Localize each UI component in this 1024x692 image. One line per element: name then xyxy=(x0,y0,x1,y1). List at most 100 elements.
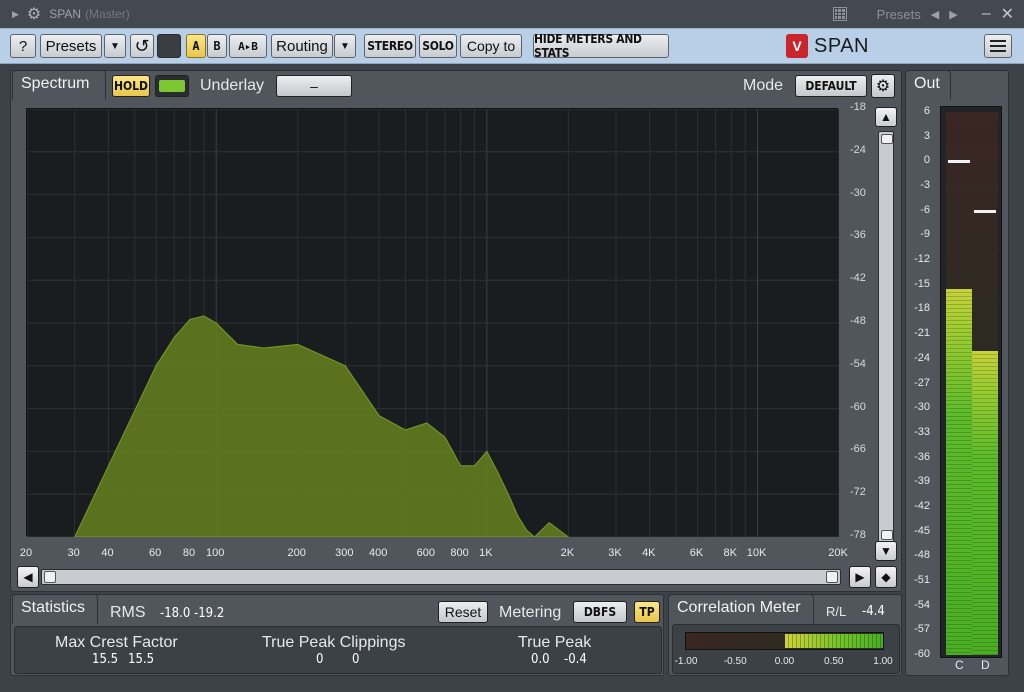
peak-hold-marker-d xyxy=(974,209,996,213)
output-scale-label: -21 xyxy=(914,327,930,340)
x-tick-label: 80 xyxy=(182,547,196,559)
mode-select[interactable]: DEFAULT xyxy=(795,75,867,97)
y-tick-label: -18 xyxy=(850,101,866,113)
x-tick-label: 20 xyxy=(19,547,33,559)
tab-correlation-meter[interactable]: Correlation Meter xyxy=(668,594,814,624)
preset-a-button[interactable]: A xyxy=(186,34,206,58)
x-tick-label: 400 xyxy=(368,547,388,559)
underlay-select[interactable]: – xyxy=(276,75,352,97)
correlation-scale-label: 1.00 xyxy=(873,656,893,667)
x-tick-label: 40 xyxy=(101,547,114,559)
grid-icon[interactable] xyxy=(832,7,847,21)
plugin-toolbar: ? Presets ▼ ↺ A B A▸B Routing ▼ STEREO S… xyxy=(0,28,1024,64)
output-scale-label: -45 xyxy=(914,524,930,537)
crest-right-value: 15.5 xyxy=(128,652,155,667)
routing-dropdown-button[interactable]: ▼ xyxy=(334,34,356,58)
rl-value: -4.4 xyxy=(862,604,885,619)
true-peak-label: True Peak xyxy=(518,634,592,651)
correlation-scale-label: 0.00 xyxy=(774,656,795,667)
meter-level-c xyxy=(946,288,972,655)
gear-icon[interactable]: ⚙ xyxy=(27,4,41,24)
output-scale-label: -6 xyxy=(920,203,930,216)
x-tick-label: 20K xyxy=(828,547,848,559)
scroll-left-button[interactable]: ◀ xyxy=(17,566,39,588)
preset-next-icon[interactable]: ▶ xyxy=(949,8,957,21)
x-tick-label: 10K xyxy=(746,547,767,559)
preset-b-button[interactable]: B xyxy=(207,34,227,58)
scroll-down-button[interactable]: ▼ xyxy=(875,541,897,561)
y-tick-label: -72 xyxy=(850,486,866,499)
x-tick-label: 3K xyxy=(608,547,622,559)
hold-button[interactable]: HOLD xyxy=(112,75,150,97)
solo-button[interactable]: SOLO xyxy=(419,34,457,58)
metering-label: Metering xyxy=(499,604,562,621)
main-menu-icon[interactable] xyxy=(984,34,1012,58)
reset-button[interactable]: Reset xyxy=(438,601,488,623)
copy-to-button[interactable]: Copy to xyxy=(460,34,522,58)
x-tick-label: 1K xyxy=(479,547,493,559)
output-scale-label: -39 xyxy=(914,475,930,488)
tab-out[interactable]: Out xyxy=(905,70,951,100)
vertical-scrollbar[interactable]: ▲ ▼ xyxy=(875,107,897,562)
preset-prev-icon[interactable]: ◀ xyxy=(931,8,939,21)
y-tick-label: -60 xyxy=(850,400,866,413)
presets-dropdown-button[interactable]: ▼ xyxy=(104,34,126,58)
settings-gear-icon[interactable]: ⚙ xyxy=(871,74,895,98)
meter-level-d xyxy=(972,350,998,655)
clippings-right-value: 0 xyxy=(352,652,360,667)
tab-statistics[interactable]: Statistics xyxy=(12,594,98,624)
scroll-reset-button[interactable]: ◆ xyxy=(875,566,897,588)
horizontal-scroll-track[interactable] xyxy=(41,569,841,585)
hide-meters-button[interactable]: HIDE METERS AND STATS xyxy=(533,32,669,60)
horizontal-scrollbar[interactable]: ◀ ▶ ◆ xyxy=(17,566,897,588)
output-scale-label: -15 xyxy=(914,277,930,290)
x-tick-label: 8K xyxy=(723,547,738,559)
copy-a-to-b-button[interactable]: A▸B xyxy=(229,34,267,58)
channel-label-c: C xyxy=(955,658,964,672)
undo-icon[interactable]: ↺ xyxy=(130,34,154,58)
vertical-scroll-track[interactable] xyxy=(878,131,894,543)
output-scale-label: -3 xyxy=(920,179,930,192)
crest-factor-label: Max Crest Factor xyxy=(55,634,178,651)
true-peak-toggle[interactable]: TP xyxy=(634,601,660,623)
output-scale-label: -54 xyxy=(914,598,930,611)
title-presets-label[interactable]: Presets xyxy=(877,7,921,22)
range-bottom-handle[interactable] xyxy=(881,530,893,540)
underlay-label: Underlay xyxy=(200,77,265,94)
routing-button[interactable]: Routing xyxy=(271,34,333,58)
x-tick-label: 200 xyxy=(287,547,306,559)
x-tick-label: 4K xyxy=(642,547,656,559)
mode-label: Mode xyxy=(743,77,784,94)
output-scale-label: -24 xyxy=(914,351,930,364)
output-scale-label: -27 xyxy=(914,376,930,389)
output-scale-label: 0 xyxy=(923,154,930,167)
minimize-icon[interactable]: – xyxy=(982,5,991,23)
spectrum-plot[interactable] xyxy=(26,108,839,537)
range-left-handle[interactable] xyxy=(44,571,56,583)
close-icon[interactable]: ✕ xyxy=(1001,4,1014,24)
expand-arrow-icon[interactable]: ▶ xyxy=(12,9,19,20)
output-scale-label: -36 xyxy=(914,450,930,463)
x-tick-label: 100 xyxy=(206,547,225,559)
channel-label-d: D xyxy=(981,658,990,672)
range-right-handle[interactable] xyxy=(826,571,838,583)
true-peak-right-value: -0.4 xyxy=(564,652,587,667)
crest-left-value: 15.5 xyxy=(92,652,119,667)
correlation-meter xyxy=(685,632,884,650)
range-top-handle[interactable] xyxy=(881,134,893,144)
y-tick-label: -78 xyxy=(850,529,866,541)
metering-select[interactable]: DBFS xyxy=(573,601,627,623)
stereo-button[interactable]: STEREO xyxy=(364,34,416,58)
help-button[interactable]: ? xyxy=(10,34,36,58)
hold-toggle[interactable] xyxy=(155,75,189,97)
output-scale-label: -30 xyxy=(914,401,930,414)
output-scale-label: -18 xyxy=(914,302,930,315)
scroll-up-button[interactable]: ▲ xyxy=(875,107,897,127)
scroll-right-button[interactable]: ▶ xyxy=(849,566,871,588)
logo-badge: V xyxy=(786,34,808,58)
tab-spectrum[interactable]: Spectrum xyxy=(12,70,106,100)
redo-button[interactable] xyxy=(157,34,181,58)
output-scale-label: -48 xyxy=(914,549,930,562)
presets-button[interactable]: Presets xyxy=(40,34,102,58)
title-bar: ▶ ⚙ SPAN (Master) Presets ◀ ▶ – ✕ xyxy=(0,0,1024,28)
